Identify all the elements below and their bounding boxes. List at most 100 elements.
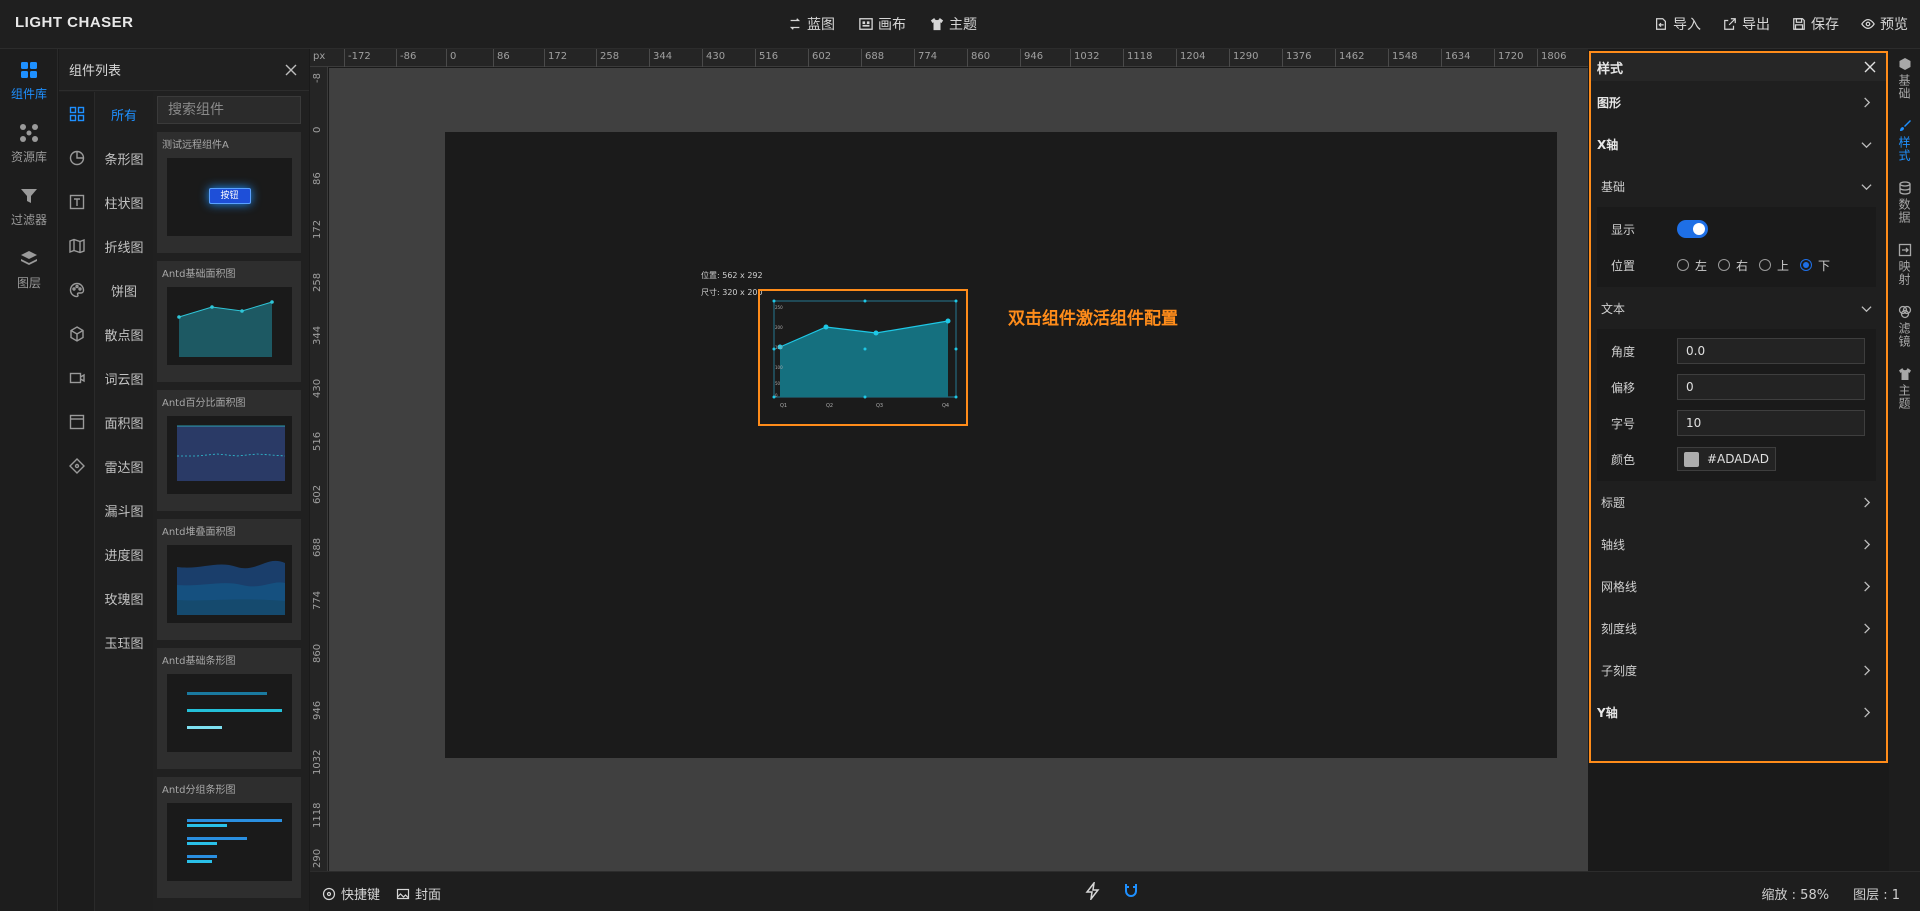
close-icon[interactable] bbox=[1864, 61, 1876, 73]
diamond-icon bbox=[69, 458, 85, 474]
shape-section[interactable]: 图形 bbox=[1591, 81, 1886, 123]
xaxis-section[interactable]: X轴 bbox=[1591, 123, 1886, 165]
layer-count: 图层 : 1 bbox=[1853, 888, 1900, 903]
canvas-button[interactable]: 画布 bbox=[859, 14, 906, 34]
save-button[interactable]: 保存 bbox=[1792, 14, 1839, 34]
magnet-icon[interactable] bbox=[1122, 882, 1140, 900]
cover-button[interactable]: 封面 bbox=[396, 884, 441, 903]
shirt-icon bbox=[930, 17, 944, 31]
palette-icon bbox=[69, 282, 85, 298]
rail-theme[interactable]: 主题 bbox=[1889, 359, 1920, 421]
text-icon bbox=[69, 194, 85, 210]
rail-style[interactable]: 样式 bbox=[1889, 111, 1920, 173]
chevron-right-icon bbox=[1864, 706, 1871, 718]
rail-data[interactable]: 数据 bbox=[1889, 173, 1920, 235]
component-card[interactable]: Antd基础条形图 bbox=[157, 648, 301, 769]
import-button[interactable]: 导入 bbox=[1654, 14, 1701, 34]
fontsize-input[interactable]: 10 bbox=[1677, 410, 1865, 436]
component-card[interactable]: Antd分组条形图 bbox=[157, 777, 301, 898]
component-card[interactable]: Antd堆叠面积图 bbox=[157, 519, 301, 640]
axisline-subsection[interactable]: 轴线 bbox=[1591, 523, 1886, 565]
all-category-icon[interactable] bbox=[59, 92, 95, 136]
category-item[interactable]: 条形图 bbox=[95, 136, 153, 180]
text-subsection[interactable]: 文本 bbox=[1591, 287, 1886, 329]
component-card[interactable]: Antd基础面积图 bbox=[157, 261, 301, 382]
theme-button[interactable]: 主题 bbox=[930, 14, 977, 34]
component-thumbnail bbox=[166, 803, 292, 881]
category-item[interactable]: 散点图 bbox=[95, 312, 153, 356]
filter-circles-icon bbox=[1898, 305, 1911, 319]
frame-category-icon[interactable] bbox=[59, 400, 95, 444]
category-item[interactable]: 漏斗图 bbox=[95, 488, 153, 532]
text-category-icon[interactable] bbox=[59, 180, 95, 224]
decor-category-icon[interactable] bbox=[59, 268, 95, 312]
category-item[interactable]: 进度图 bbox=[95, 532, 153, 576]
rail-layers[interactable]: 图层 bbox=[0, 238, 58, 301]
3d-category-icon[interactable] bbox=[59, 312, 95, 356]
selected-component[interactable]: Q1 Q2 Q3 Q4 250 200 150 100 50 0 bbox=[758, 289, 968, 426]
app-logo: LIGHT CHASER bbox=[15, 14, 134, 31]
show-toggle[interactable] bbox=[1677, 220, 1708, 238]
nodes-icon bbox=[20, 123, 38, 142]
position-top-radio[interactable]: 上 bbox=[1759, 257, 1789, 274]
angle-input[interactable]: 0.0 bbox=[1677, 338, 1865, 364]
position-right-radio[interactable]: 右 bbox=[1718, 257, 1748, 274]
position-label: 位置: 562 x 292 bbox=[701, 271, 763, 280]
component-thumbnail bbox=[166, 545, 292, 623]
category-item[interactable]: 面积图 bbox=[95, 400, 153, 444]
show-row: 显示 bbox=[1597, 211, 1876, 247]
component-card[interactable]: 测试远程组件A 按钮 bbox=[157, 132, 301, 253]
position-bottom-radio[interactable]: 下 bbox=[1800, 257, 1830, 274]
position-left-radio[interactable]: 左 bbox=[1677, 257, 1707, 274]
screen-canvas[interactable] bbox=[445, 132, 1557, 758]
top-actions: 导入 导出 保存 预览 bbox=[1654, 14, 1908, 34]
rail-basic[interactable]: 基础 bbox=[1889, 49, 1920, 111]
category-item[interactable]: 玉珏图 bbox=[95, 620, 153, 664]
rail-filter-fx[interactable]: 滤镜 bbox=[1889, 297, 1920, 359]
export-button[interactable]: 导出 bbox=[1723, 14, 1770, 34]
other-category-icon[interactable] bbox=[59, 444, 95, 488]
svg-text:50: 50 bbox=[775, 381, 781, 386]
eye-icon bbox=[1861, 19, 1875, 29]
bar-chart-thumbnail bbox=[186, 692, 282, 729]
category-item[interactable]: 柱状图 bbox=[95, 180, 153, 224]
chart-category-icon[interactable] bbox=[59, 136, 95, 180]
offset-row: 偏移 0 bbox=[1597, 369, 1876, 405]
category-item[interactable]: 饼图 bbox=[95, 268, 153, 312]
blueprint-button[interactable]: 蓝图 bbox=[788, 14, 835, 34]
image-icon bbox=[396, 888, 410, 899]
category-item[interactable]: 所有 bbox=[95, 92, 153, 136]
rail-filter[interactable]: 过滤器 bbox=[0, 175, 58, 238]
rail-component-library[interactable]: 组件库 bbox=[0, 49, 58, 112]
canvas-icon bbox=[859, 18, 873, 30]
rail-mapping[interactable]: 映射 bbox=[1889, 235, 1920, 297]
subtick-subsection[interactable]: 子刻度 bbox=[1591, 649, 1886, 691]
category-item[interactable]: 词云图 bbox=[95, 356, 153, 400]
lightning-icon[interactable] bbox=[1084, 882, 1102, 900]
blueprint-icon bbox=[789, 18, 801, 30]
text-group: 角度 0.0 偏移 0 字号 10 颜色 #ADADAD bbox=[1597, 329, 1876, 481]
map-category-icon[interactable] bbox=[59, 224, 95, 268]
media-category-icon[interactable] bbox=[59, 356, 95, 400]
color-picker[interactable]: #ADADAD bbox=[1677, 447, 1776, 471]
position-row: 位置 左 右 上 下 bbox=[1611, 257, 1831, 274]
category-item[interactable]: 雷达图 bbox=[95, 444, 153, 488]
shortcuts-button[interactable]: 快捷键 bbox=[322, 884, 380, 903]
search-input[interactable]: 搜索组件 bbox=[157, 96, 301, 124]
video-icon bbox=[69, 372, 85, 384]
tickline-subsection[interactable]: 刻度线 bbox=[1591, 607, 1886, 649]
offset-input[interactable]: 0 bbox=[1677, 374, 1865, 400]
bottom-bar: 快捷键 封面 缩放 : 58% 图层 : 1 bbox=[310, 871, 1920, 911]
basic-subsection[interactable]: 基础 bbox=[1591, 165, 1886, 207]
category-item[interactable]: 玫瑰图 bbox=[95, 576, 153, 620]
gridline-subsection[interactable]: 网格线 bbox=[1591, 565, 1886, 607]
yaxis-section[interactable]: Y轴 bbox=[1591, 691, 1886, 733]
rail-resource-library[interactable]: 资源库 bbox=[0, 112, 58, 175]
export-icon bbox=[1724, 18, 1736, 30]
title-subsection[interactable]: 标题 bbox=[1591, 481, 1886, 523]
preview-button[interactable]: 预览 bbox=[1861, 14, 1908, 34]
component-card[interactable]: Antd百分比面积图 bbox=[157, 390, 301, 511]
category-item[interactable]: 折线图 bbox=[95, 224, 153, 268]
style-panel-header: 样式 bbox=[1591, 53, 1886, 81]
close-icon[interactable] bbox=[285, 64, 297, 76]
